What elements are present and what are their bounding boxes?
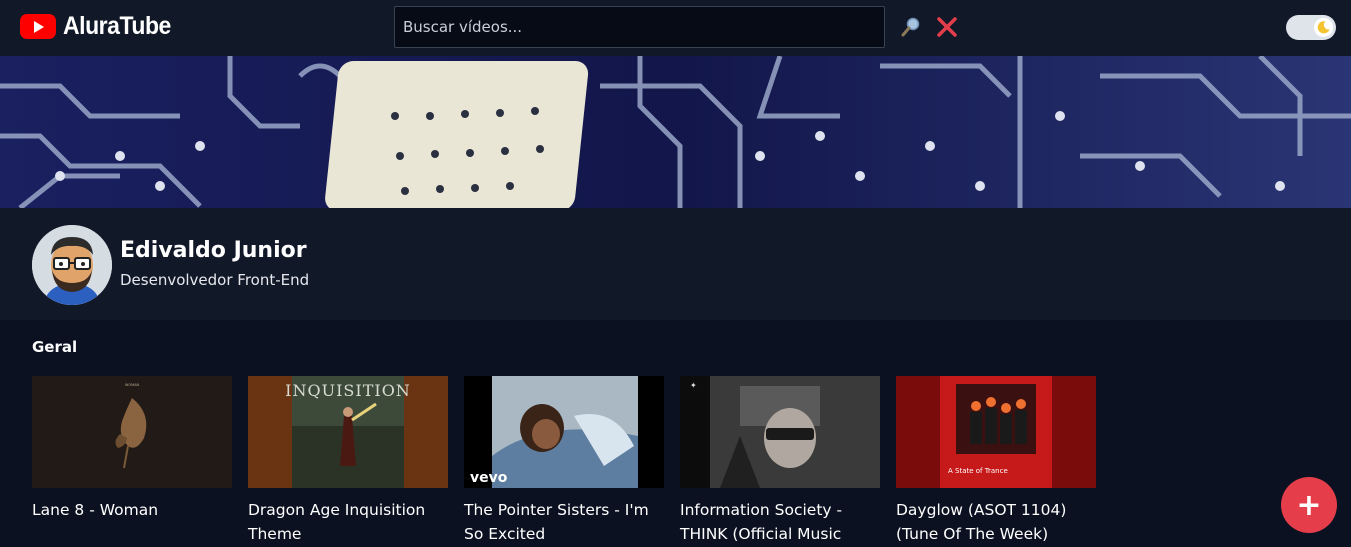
video-card[interactable]: vevo The Pointer Sisters - I'm So Excite…	[464, 376, 664, 546]
search-box	[394, 6, 885, 48]
video-title[interactable]: The Pointer Sisters - I'm So Excited	[464, 498, 664, 546]
search-input[interactable]	[395, 7, 884, 47]
video-card[interactable]: INQUISITION Dragon Age Inquisition Theme	[248, 376, 448, 546]
video-title[interactable]: Dragon Age Inquisition Theme	[248, 498, 448, 546]
video-thumbnail[interactable]: ✦	[680, 376, 880, 488]
video-card[interactable]: WOMAN Lane 8 - Woman	[32, 376, 232, 546]
profile-role: Desenvolvedor Front-End	[120, 271, 310, 289]
youtube-play-icon	[20, 14, 56, 39]
profile-name: Edivaldo Junior	[120, 238, 307, 263]
profile-section: Edivaldo Junior Desenvolvedor Front-End	[0, 208, 1351, 320]
video-title[interactable]: Lane 8 - Woman	[32, 498, 232, 522]
video-title[interactable]: Dayglow (ASOT 1104) (Tune Of The Week)	[896, 498, 1096, 546]
top-bar: AluraTube	[0, 0, 1351, 56]
video-thumbnail[interactable]: A State of Trance	[896, 376, 1096, 488]
banner-image	[0, 56, 1351, 208]
video-thumbnail[interactable]: vevo	[464, 376, 664, 488]
thumb-caption: A State of Trance	[948, 467, 1008, 475]
video-list: WOMAN Lane 8 - Woman INQUISITION Dragon …	[32, 376, 1096, 546]
avatar	[32, 225, 112, 305]
svg-text:✦: ✦	[690, 381, 697, 390]
theme-toggle[interactable]	[1286, 15, 1336, 40]
moon-icon	[1314, 18, 1333, 37]
video-thumbnail[interactable]: INQUISITION	[248, 376, 448, 488]
thumb-caption: vevo	[470, 470, 508, 486]
search-icon[interactable]	[900, 16, 922, 38]
logo[interactable]: AluraTube	[20, 12, 180, 41]
video-title[interactable]: Information Society - THINK (Official Mu…	[680, 498, 880, 546]
video-card[interactable]: A State of Trance Dayglow (ASOT 1104) (T…	[896, 376, 1096, 546]
video-thumbnail[interactable]: WOMAN	[32, 376, 232, 488]
video-card[interactable]: ✦ Information Society - THINK (Official …	[680, 376, 880, 546]
thumb-caption: INQUISITION	[285, 381, 411, 400]
logo-text: AluraTube	[63, 12, 171, 40]
close-icon[interactable]	[935, 15, 959, 39]
section-title: Geral	[32, 338, 78, 356]
plus-icon: +	[1296, 487, 1322, 523]
add-video-button[interactable]: +	[1281, 477, 1337, 533]
thumb-caption: WOMAN	[125, 383, 140, 387]
